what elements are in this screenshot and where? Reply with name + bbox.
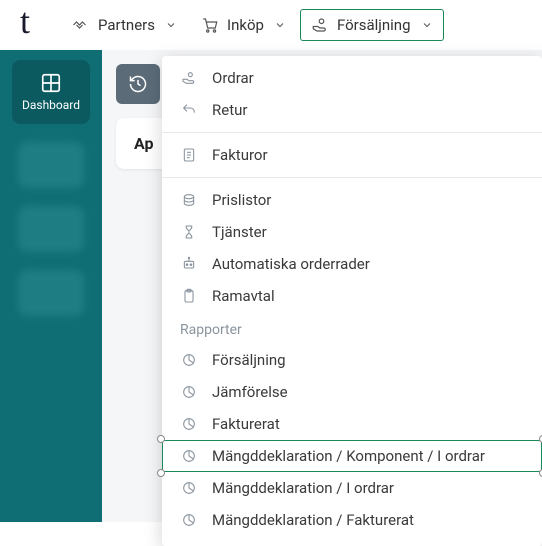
menu-label: Försäljning — [212, 351, 286, 369]
menu-label: Ordrar — [212, 69, 254, 87]
top-bar: t Partners Inköp Försäljning — [0, 0, 542, 50]
top-nav: Partners Inköp Försäljning — [62, 9, 443, 41]
menu-label: Retur — [212, 101, 247, 119]
menu-separator — [162, 132, 542, 133]
menu-invoices[interactable]: Fakturor — [162, 139, 542, 171]
chevron-down-icon — [165, 19, 177, 31]
menu-label: Jämförelse — [212, 383, 288, 401]
history-button[interactable] — [116, 64, 160, 104]
pie-chart-icon — [180, 447, 198, 465]
hand-coin-icon — [180, 69, 198, 87]
menu-section-header: Rapporter — [162, 312, 542, 344]
menu-services[interactable]: Tjänster — [162, 216, 542, 248]
nav-sales-label: Försäljning — [337, 16, 411, 34]
menu-report-qty-in-orders[interactable]: Mängddeklaration / I ordrar — [162, 472, 542, 504]
sales-dropdown: Ordrar Retur Fakturor Prislistor — [162, 56, 542, 546]
menu-auto-order-lines[interactable]: Automatiska orderrader — [162, 248, 542, 280]
pie-chart-icon — [180, 415, 198, 433]
selection-handle — [157, 435, 165, 443]
menu-report-sales[interactable]: Försäljning — [162, 344, 542, 376]
menu-report-compare[interactable]: Jämförelse — [162, 376, 542, 408]
chevron-down-icon — [274, 19, 286, 31]
sidebar-item-label: Dashboard — [22, 98, 80, 112]
sidebar-item-blurred — [18, 142, 84, 188]
menu-label: Mängddeklaration / Komponent / I ordrar — [212, 447, 485, 465]
grid-icon — [40, 72, 62, 94]
menu-label: Automatiska orderrader — [212, 255, 370, 273]
menu-label: Ramavtal — [212, 287, 275, 305]
menu-report-qty-component-in-orders[interactable]: Mängddeklaration / Komponent / I ordrar — [162, 440, 542, 472]
handshake-icon — [72, 16, 90, 34]
nav-purchase-label: Inköp — [227, 16, 264, 34]
undo-icon — [180, 101, 198, 119]
pie-chart-icon — [180, 383, 198, 401]
clipboard-icon — [180, 287, 198, 305]
menu-framework-agreements[interactable]: Ramavtal — [162, 280, 542, 312]
menu-orders[interactable]: Ordrar — [162, 62, 542, 94]
menu-label: Mängddeklaration / I ordrar — [212, 479, 394, 497]
nav-partners[interactable]: Partners — [62, 10, 187, 40]
menu-report-invoiced[interactable]: Fakturerat — [162, 408, 542, 440]
pie-chart-icon — [180, 511, 198, 529]
cart-icon — [201, 16, 219, 34]
pie-chart-icon — [180, 479, 198, 497]
sidebar: Dashboard — [0, 50, 102, 522]
nav-sales[interactable]: Försäljning — [300, 9, 444, 41]
chevron-down-icon — [421, 19, 433, 31]
menu-pricelists[interactable]: Prislistor — [162, 184, 542, 216]
pie-chart-icon — [180, 351, 198, 369]
document-icon — [180, 146, 198, 164]
sidebar-item-blurred — [18, 206, 84, 252]
menu-label: Prislistor — [212, 191, 271, 209]
menu-separator — [162, 177, 542, 178]
history-icon — [128, 74, 148, 94]
coins-icon — [180, 191, 198, 209]
nav-partners-label: Partners — [98, 16, 155, 34]
menu-label: Tjänster — [212, 223, 267, 241]
selection-handle — [157, 469, 165, 477]
robot-icon — [180, 255, 198, 273]
menu-report-qty-invoiced[interactable]: Mängddeklaration / Fakturerat — [162, 504, 542, 536]
app-logo[interactable]: t — [8, 0, 42, 50]
menu-label: Mängddeklaration / Fakturerat — [212, 511, 414, 529]
sidebar-item-dashboard[interactable]: Dashboard — [12, 60, 90, 124]
nav-purchase[interactable]: Inköp — [191, 10, 296, 40]
menu-returns[interactable]: Retur — [162, 94, 542, 126]
sidebar-item-blurred — [18, 270, 84, 316]
hourglass-icon — [180, 223, 198, 241]
menu-label: Fakturerat — [212, 415, 280, 433]
menu-label: Fakturor — [212, 146, 268, 164]
hand-coin-icon — [311, 16, 329, 34]
main-area: Ap Ordrar Retur Fakturor — [102, 50, 542, 522]
